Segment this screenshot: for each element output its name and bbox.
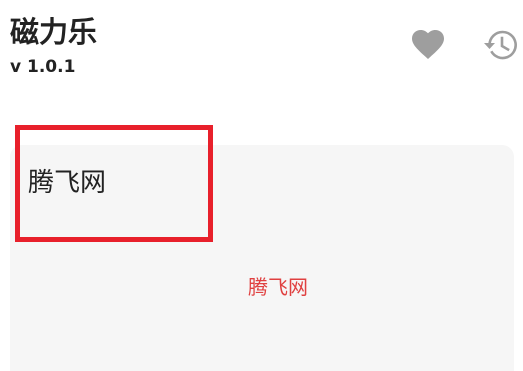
highlight-box [15, 125, 213, 242]
app-title: 磁力乐 [10, 15, 98, 49]
app-screen: 磁力乐 v 1.0.1 腾飞网 腾飞网 [0, 0, 523, 371]
history-icon [484, 30, 517, 60]
app-version: v 1.0.1 [10, 57, 76, 77]
history-button[interactable] [481, 25, 521, 65]
favorite-button[interactable] [408, 25, 448, 65]
heart-icon [412, 30, 444, 59]
site-link[interactable]: 腾飞网 [248, 273, 308, 301]
